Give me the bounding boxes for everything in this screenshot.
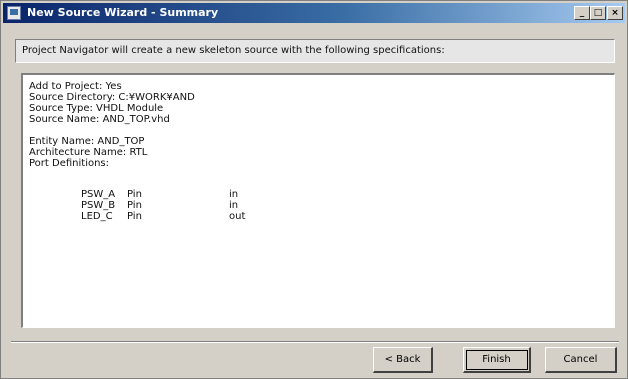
port-direction: in	[229, 200, 239, 211]
port-row: LED_C Pin out	[81, 211, 301, 222]
title-bar: New Source Wizard - Summary _ □ ×	[3, 3, 625, 23]
summary-gap	[29, 125, 195, 136]
port-direction: in	[229, 189, 239, 200]
window-title: New Source Wizard - Summary	[27, 6, 219, 19]
port-type: Pin	[127, 200, 142, 211]
port-definitions: PSW_A Pin in PSW_B Pin in LED_C Pin out	[81, 189, 301, 222]
summary-line-architecture: Architecture Name: RTL	[29, 147, 148, 158]
summary-line-directory: Source Directory: C:¥WORK¥AND	[29, 92, 195, 103]
summary-panel: Add to Project: Yes Source Directory: C:…	[21, 73, 615, 328]
summary-line-type: Source Type: VHDL Module	[29, 103, 164, 114]
port-direction: out	[229, 211, 246, 222]
header-text: Project Navigator will create a new skel…	[15, 39, 615, 63]
app-icon	[7, 6, 21, 20]
summary-line-ports: Port Definitions:	[29, 158, 110, 169]
port-type: Pin	[127, 211, 142, 222]
summary-line-entity: Entity Name: AND_TOP	[29, 136, 145, 147]
port-name: LED_C	[81, 211, 113, 222]
port-row: PSW_A Pin in	[81, 189, 301, 200]
port-name: PSW_A	[81, 189, 116, 200]
summary-line-name: Source Name: AND_TOP.vhd	[29, 114, 170, 125]
port-name: PSW_B	[81, 200, 116, 211]
close-button[interactable]: ×	[607, 6, 623, 20]
summary-line-project: Add to Project: Yes	[29, 81, 122, 92]
finish-button[interactable]: Finish	[463, 347, 531, 373]
minimize-button[interactable]: _	[574, 6, 590, 20]
back-button[interactable]: < Back	[373, 347, 433, 373]
maximize-button[interactable]: □	[590, 6, 606, 20]
port-row: PSW_B Pin in	[81, 200, 301, 211]
port-type: Pin	[127, 189, 142, 200]
summary-lines: Add to Project: Yes Source Directory: C:…	[29, 81, 195, 169]
cancel-button[interactable]: Cancel	[545, 347, 617, 373]
wizard-window: New Source Wizard - Summary _ □ × Projec…	[0, 0, 628, 379]
bottom-separator	[11, 341, 619, 343]
